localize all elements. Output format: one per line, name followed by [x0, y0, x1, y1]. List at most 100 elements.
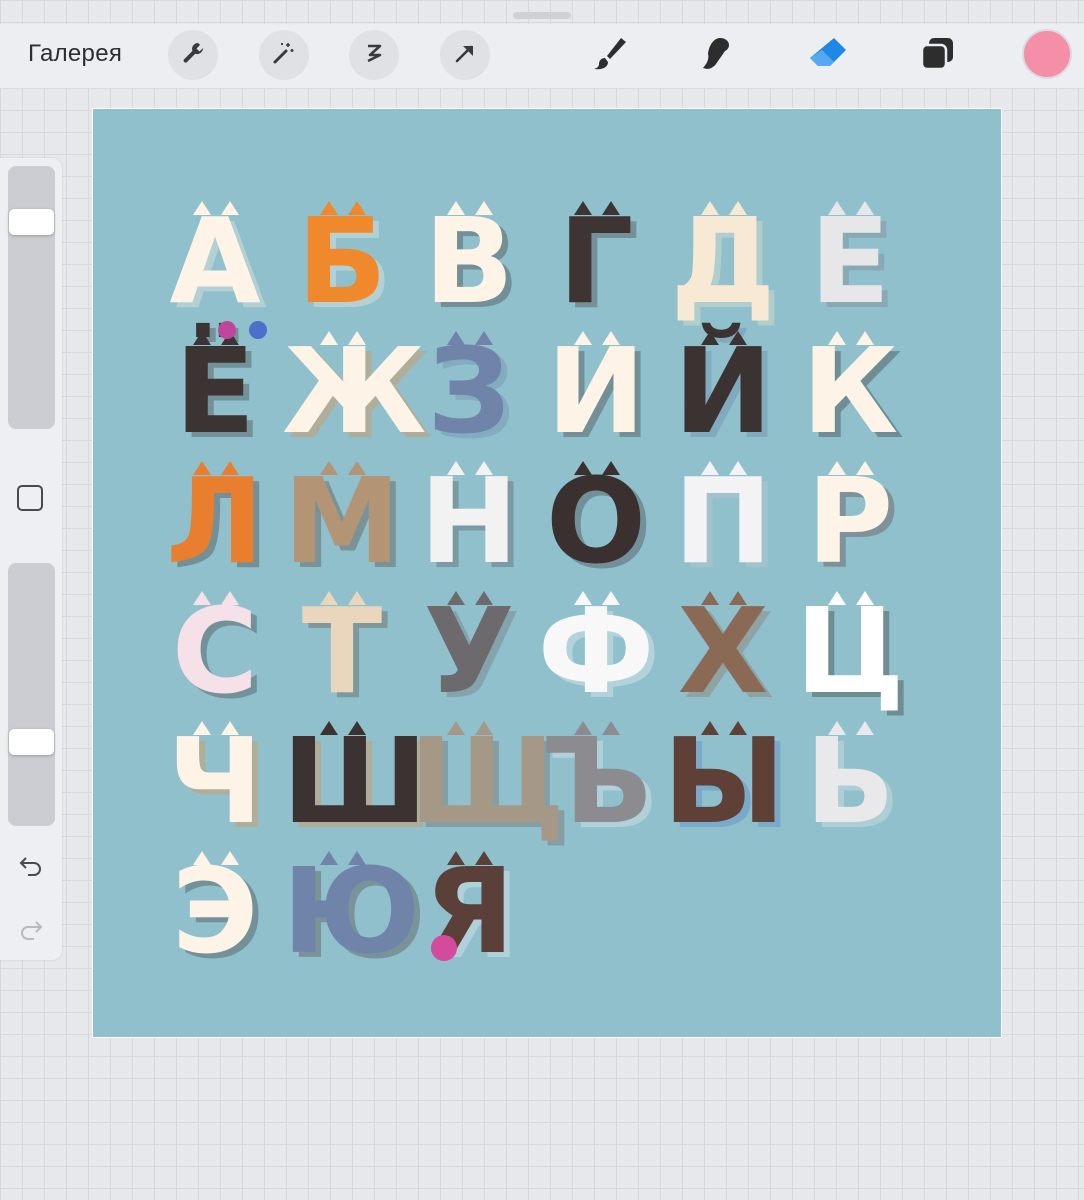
- brush-icon: [590, 34, 630, 79]
- cat-letter-Р: Р: [806, 452, 894, 590]
- cat-ear: [701, 331, 719, 345]
- cat-ear: [574, 461, 592, 475]
- cat-ear: [729, 201, 747, 215]
- cat-ear: [348, 331, 366, 345]
- smudge-tool[interactable]: [694, 32, 742, 80]
- cat-ear: [602, 721, 620, 735]
- opacity-thumb[interactable]: [9, 728, 54, 755]
- cat-ear: [447, 461, 465, 475]
- cat-ear: [348, 851, 366, 865]
- cat-ear: [856, 201, 874, 215]
- opacity-slider[interactable]: [8, 563, 55, 826]
- cat-ear: [221, 591, 239, 605]
- cat-ear: [701, 591, 719, 605]
- cat-letter-Х: Х: [677, 582, 769, 720]
- cat-letter-Ш: Ш: [282, 712, 428, 850]
- cat-ear: [701, 201, 719, 215]
- yarn-ball: [431, 935, 457, 961]
- cat-letter-Й: Й: [673, 322, 773, 460]
- yarn-ball: [218, 321, 236, 339]
- adjustments-button[interactable]: [259, 30, 309, 80]
- cat-ear: [320, 851, 338, 865]
- cat-ear: [602, 201, 620, 215]
- cat-letter-Ь: Ь: [805, 712, 895, 850]
- cat-ear: [320, 591, 338, 605]
- cat-letter-Э: Э: [171, 842, 259, 980]
- cat-ear: [574, 591, 592, 605]
- cat-letter-Д: Д: [670, 192, 776, 330]
- cat-ear: [828, 461, 846, 475]
- cat-ear: [701, 721, 719, 735]
- cat-ear: [221, 461, 239, 475]
- eraser-icon: [806, 34, 850, 79]
- layers-icon: [917, 34, 957, 79]
- cat-ear: [447, 331, 465, 345]
- brush-size-thumb[interactable]: [9, 208, 54, 235]
- magic-wand-icon: [271, 40, 297, 71]
- cat-ear: [221, 851, 239, 865]
- cat-ear: [193, 461, 211, 475]
- color-picker-button[interactable]: [1022, 29, 1072, 79]
- cat-ear: [574, 721, 592, 735]
- transform-button[interactable]: [440, 30, 490, 80]
- cat-ear: [828, 721, 846, 735]
- cat-ear: [348, 461, 366, 475]
- cat-letter-Ъ: Ъ: [540, 712, 652, 850]
- layers-tool[interactable]: [913, 32, 961, 80]
- wrench-icon: [180, 40, 206, 71]
- cat-ear: [348, 721, 366, 735]
- cat-ear: [602, 461, 620, 475]
- cat-ear: [320, 331, 338, 345]
- cat-ear: [447, 721, 465, 735]
- undo-icon[interactable]: [18, 854, 44, 881]
- cat-ear: [574, 201, 592, 215]
- selection-icon: [361, 40, 387, 71]
- cat-letter-З: З: [427, 322, 511, 460]
- cat-letter-Н: Н: [419, 452, 519, 590]
- brush-size-slider[interactable]: [8, 166, 55, 429]
- top-toolbar: Галерея: [0, 24, 1084, 89]
- cat-letter-М: М: [283, 452, 401, 590]
- cat-ear: [447, 591, 465, 605]
- cat-letter-Ф: Ф: [537, 582, 655, 720]
- cat-letter-П: П: [673, 452, 773, 590]
- top-grabber[interactable]: [513, 12, 571, 19]
- cat-ear: [447, 201, 465, 215]
- cat-letter-Е: Е: [809, 192, 891, 330]
- cat-letter-У: У: [423, 582, 515, 720]
- cat-ear: [221, 201, 239, 215]
- cat-ear: [856, 331, 874, 345]
- modify-button[interactable]: [17, 485, 43, 511]
- cat-letter-К: К: [801, 322, 899, 460]
- cat-ear: [729, 591, 747, 605]
- cat-ear: [447, 851, 465, 865]
- cat-ear: [320, 721, 338, 735]
- selection-button[interactable]: [349, 30, 399, 80]
- gallery-button[interactable]: Галерея: [28, 40, 122, 68]
- cat-letter-О: О: [545, 452, 647, 590]
- brush-tool[interactable]: [586, 32, 634, 80]
- cat-ear: [729, 721, 747, 735]
- cat-letter-С: С: [171, 582, 259, 720]
- cat-ear: [729, 461, 747, 475]
- cat-ear: [475, 851, 493, 865]
- cat-letter-Ж: Ж: [282, 322, 427, 460]
- left-sidebar: [0, 158, 62, 960]
- cat-letter-Л: Л: [165, 452, 264, 590]
- cat-ear: [320, 201, 338, 215]
- cat-letter-Ё: Ё: [174, 322, 256, 460]
- cat-ear: [701, 461, 719, 475]
- cat-ear: [828, 201, 846, 215]
- eraser-tool[interactable]: [804, 32, 852, 80]
- redo-icon[interactable]: [18, 918, 44, 945]
- drawing-canvas[interactable]: АБВГДЕ ЁЖЗИЙК ЛМНОПР СТУФХЦ ЧШЩЪЫЬ ЭЮЯ: [92, 108, 1002, 1038]
- cat-ear: [828, 591, 846, 605]
- cat-ear: [193, 591, 211, 605]
- cat-ear: [475, 201, 493, 215]
- cat-ear: [602, 591, 620, 605]
- cat-ear: [193, 201, 211, 215]
- cat-letter-Ы: Ы: [663, 712, 786, 850]
- cat-letter-Г: Г: [558, 192, 634, 330]
- cat-letter-Ю: Ю: [282, 842, 421, 980]
- actions-button[interactable]: [168, 30, 218, 80]
